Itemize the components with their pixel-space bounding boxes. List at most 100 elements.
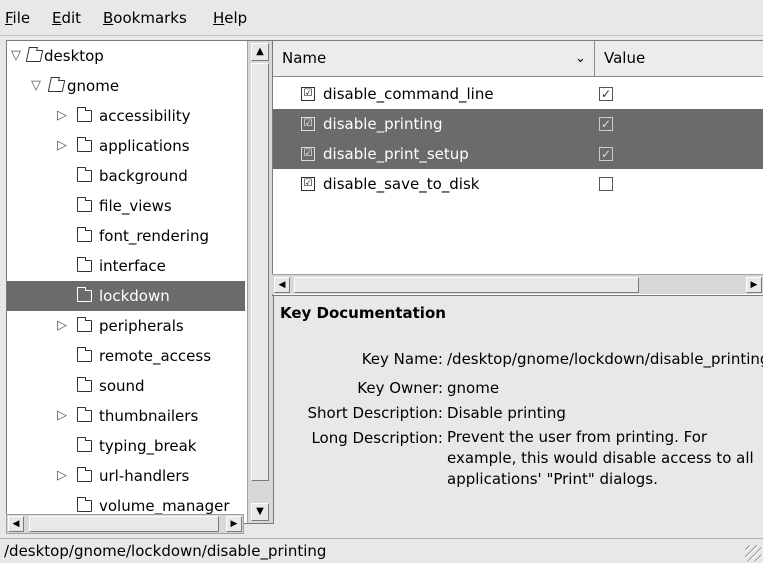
sort-descending-icon[interactable]: ⌄: [575, 41, 586, 76]
menu-bookmarks[interactable]: Bookmarks: [103, 9, 187, 27]
short-description-label: Short Description:: [307, 404, 443, 422]
menu-file-mnemonic: F: [5, 9, 13, 27]
key-name-label: Key Name:: [361, 350, 443, 368]
tree-item-label: font_rendering: [99, 227, 210, 245]
tree-item-interface[interactable]: interface: [7, 251, 245, 281]
status-bar: /desktop/gnome/lockdown/disable_printing: [0, 538, 763, 563]
tree-item-label: thumbnailers: [99, 407, 199, 425]
key-owner-label: Key Owner:: [357, 379, 443, 397]
menu-bookmarks-mnemonic: B: [103, 9, 114, 27]
tree-item-label: lockdown: [99, 287, 170, 305]
folder-open-icon: [25, 50, 44, 62]
folder-icon: [77, 167, 92, 182]
scroll-thumb[interactable]: [251, 63, 269, 481]
directory-tree[interactable]: ▽ desktop ▽ gnome ▷ accessibility ▷ appl…: [6, 40, 274, 524]
tree-item-background[interactable]: background: [7, 161, 245, 191]
tree-item-thumbnailers[interactable]: ▷ thumbnailers: [7, 401, 245, 431]
key-list-horizontal-scrollbar[interactable]: ◀ ▶: [272, 274, 763, 294]
tree-item-desktop[interactable]: ▽ desktop: [7, 41, 245, 71]
value-checkbox[interactable]: [599, 177, 613, 191]
folder-icon: [77, 347, 92, 362]
tree-item-sound[interactable]: sound: [7, 371, 245, 401]
key-name: disable_print_setup: [323, 145, 469, 163]
value-checkbox[interactable]: ✓: [599, 117, 613, 131]
tree-item-lockdown[interactable]: lockdown: [7, 281, 245, 311]
folder-icon: [77, 497, 92, 512]
tree-horizontal-scrollbar[interactable]: ◀ ▶: [6, 514, 244, 534]
triangle-right-icon[interactable]: ▷: [55, 401, 69, 431]
key-name: disable_save_to_disk: [323, 175, 480, 193]
scroll-thumb[interactable]: [29, 516, 219, 532]
menu-bookmarks-label: ookmarks: [113, 9, 187, 27]
menu-edit[interactable]: Edit: [52, 9, 81, 27]
triangle-right-icon[interactable]: ▷: [55, 101, 69, 131]
triangle-down-icon[interactable]: ▽: [9, 41, 23, 71]
menu-edit-label: dit: [61, 9, 82, 27]
key-name: disable_command_line: [323, 85, 494, 103]
tree-item-label: gnome: [67, 77, 120, 95]
status-path: /desktop/gnome/lockdown/disable_printing: [4, 542, 327, 560]
scroll-left-arrow-icon[interactable]: ◀: [8, 516, 24, 532]
scroll-up-arrow-icon[interactable]: ▲: [251, 43, 269, 61]
key-row-disable-save-to-disk[interactable]: ☑ disable_save_to_disk: [273, 169, 763, 199]
value-checkbox[interactable]: ✓: [599, 147, 613, 161]
column-header-value[interactable]: Value: [595, 41, 763, 76]
key-name: disable_printing: [323, 115, 443, 133]
triangle-right-icon[interactable]: ▷: [55, 461, 69, 491]
folder-icon: [77, 197, 92, 212]
tree-item-label: url-handlers: [99, 467, 190, 485]
folder-icon: [77, 437, 92, 452]
long-description-value: Prevent the user from printing. For exam…: [447, 428, 754, 488]
tree-item-font-rendering[interactable]: font_rendering: [7, 221, 245, 251]
value-checkbox[interactable]: ✓: [599, 87, 613, 101]
column-header-name[interactable]: Name: [273, 41, 595, 76]
key-list[interactable]: Name ⌄ Value ☑ disable_command_line ✓ ☑ …: [272, 40, 763, 296]
short-description-value: Disable printing: [447, 404, 566, 422]
key-name-value: /desktop/gnome/lockdown/disable_printing: [447, 350, 763, 368]
tree-item-label: desktop: [44, 47, 104, 65]
menu-file[interactable]: File: [5, 9, 30, 27]
scroll-right-arrow-icon[interactable]: ▶: [746, 277, 762, 293]
key-entry-icon: ☑: [301, 147, 315, 161]
tree-item-applications[interactable]: ▷ applications: [7, 131, 245, 161]
key-documentation-title: Key Documentation: [280, 304, 446, 322]
tree-item-accessibility[interactable]: ▷ accessibility: [7, 101, 245, 131]
folder-open-icon: [47, 80, 66, 92]
scroll-down-arrow-icon[interactable]: ▼: [251, 503, 269, 521]
tree-item-remote-access[interactable]: remote_access: [7, 341, 245, 371]
menu-file-label: ile: [12, 9, 31, 27]
menubar: File Edit Bookmarks Help: [0, 0, 763, 36]
tree-item-label: typing_break: [99, 437, 197, 455]
tree-item-gnome[interactable]: ▽ gnome: [7, 71, 245, 101]
scroll-left-arrow-icon[interactable]: ◀: [274, 277, 290, 293]
tree-vertical-scrollbar[interactable]: ▲ ▼: [247, 41, 273, 523]
key-entry-icon: ☑: [301, 87, 315, 101]
key-row-disable-printing[interactable]: ☑ disable_printing ✓: [273, 109, 763, 139]
key-documentation-panel: Key Documentation Key Name: /desktop/gno…: [272, 298, 763, 528]
folder-icon: [77, 287, 92, 302]
folder-icon: [77, 137, 92, 152]
key-row-disable-command-line[interactable]: ☑ disable_command_line ✓: [273, 79, 763, 109]
scroll-thumb[interactable]: [294, 277, 639, 293]
tree-item-file-views[interactable]: file_views: [7, 191, 245, 221]
tree-item-label: sound: [99, 377, 145, 395]
tree-item-url-handlers[interactable]: ▷ url-handlers: [7, 461, 245, 491]
triangle-right-icon[interactable]: ▷: [55, 131, 69, 161]
tree-item-label: file_views: [99, 197, 172, 215]
triangle-down-icon[interactable]: ▽: [29, 71, 43, 101]
tree-item-typing-break[interactable]: typing_break: [7, 431, 245, 461]
menu-help[interactable]: Help: [213, 9, 247, 27]
key-owner-value: gnome: [447, 379, 500, 397]
tree-item-peripherals[interactable]: ▷ peripherals: [7, 311, 245, 341]
folder-icon: [77, 227, 92, 242]
folder-icon: [77, 317, 92, 332]
long-description-label: Long Description:: [311, 429, 443, 447]
triangle-right-icon[interactable]: ▷: [55, 311, 69, 341]
column-header-name-label: Name: [282, 49, 327, 67]
key-row-disable-print-setup[interactable]: ☑ disable_print_setup ✓: [273, 139, 763, 169]
tree-item-label: interface: [99, 257, 166, 275]
resize-grip-icon[interactable]: [745, 545, 761, 561]
folder-icon: [77, 377, 92, 392]
folder-icon: [77, 257, 92, 272]
scroll-right-arrow-icon[interactable]: ▶: [226, 516, 242, 532]
